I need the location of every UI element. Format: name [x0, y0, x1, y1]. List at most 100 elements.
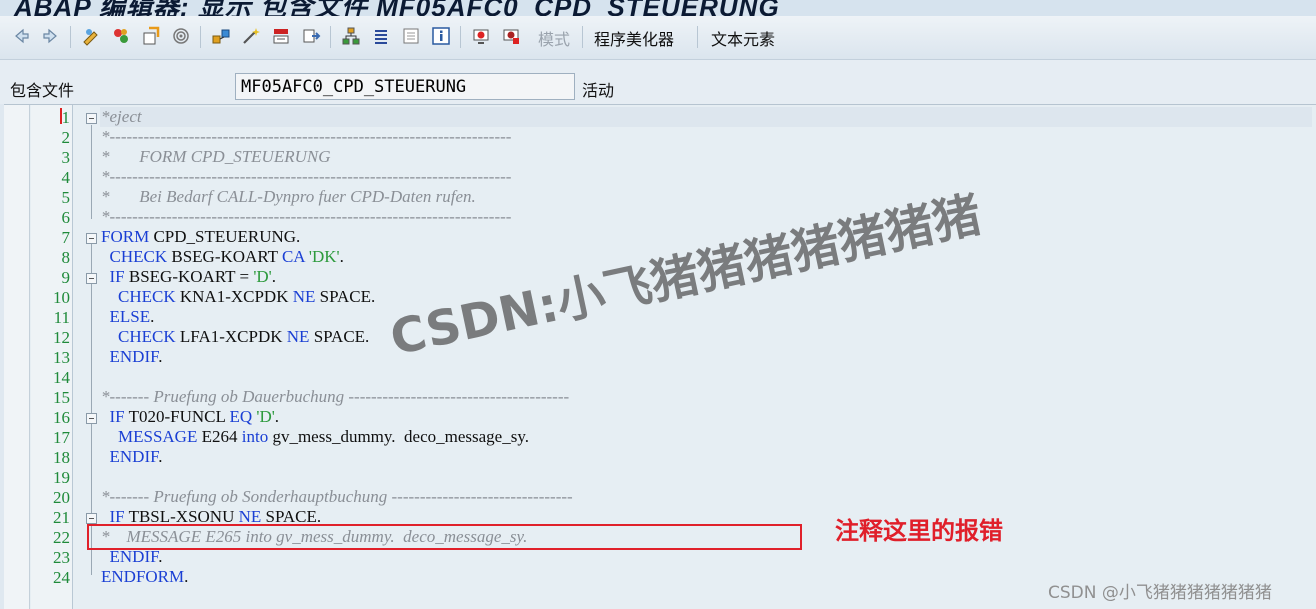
line-number: 8 [61, 248, 71, 267]
line-number: 11 [53, 308, 70, 327]
code-text: IF BSEG-KOART = 'D'. [109, 267, 276, 286]
code-line[interactable]: 16 IF T020-FUNCL EQ 'D'. [4, 407, 1316, 427]
code-text: ENDFORM. [101, 567, 189, 586]
line-number: 9 [61, 268, 71, 287]
info-icon[interactable] [430, 24, 452, 48]
fold-toggle-icon[interactable] [86, 413, 97, 424]
cursor-marker [60, 108, 62, 124]
window-title-bar: ABAP 编辑器: 显示 包含文件 MF05AFC0_CPD_STEUERUNG [0, 0, 1316, 16]
code-text: *---------------------------------------… [101, 127, 512, 146]
line-number: 3 [61, 148, 71, 167]
line-number: 12 [53, 328, 70, 347]
code-line[interactable]: 17 MESSAGE E264 into gv_mess_dummy. deco… [4, 427, 1316, 447]
code-text: *---------------------------------------… [101, 167, 512, 186]
code-line[interactable]: 4 *--------------------------------------… [4, 167, 1316, 187]
code-text: *eject [101, 107, 142, 126]
code-line[interactable]: 13 ENDIF. [4, 347, 1316, 367]
credit-watermark: CSDN @小飞猪猪猪猪猪猪猪 [1048, 583, 1272, 603]
code-text: * Bei Bedarf CALL-Dynpro fuer CPD-Daten … [101, 187, 476, 206]
code-line[interactable]: 1 *eject [4, 107, 1316, 127]
code-text: IF T020-FUNCL EQ 'D'. [109, 407, 280, 426]
line-number: 15 [53, 388, 70, 407]
toolbar-separator [582, 26, 583, 48]
other-object-icon[interactable] [140, 24, 162, 48]
code-line[interactable]: 12 CHECK LFA1-XCPDK NE SPACE. [4, 327, 1316, 347]
code-text: ENDIF. [109, 447, 163, 466]
code-line[interactable]: 19 [4, 467, 1316, 487]
line-number: 4 [61, 168, 71, 187]
code-text: CHECK KNA1-XCPDK NE SPACE. [118, 287, 376, 306]
line-number: 7 [61, 228, 71, 247]
line-number: 14 [53, 368, 70, 387]
code-line[interactable]: 3 * FORM CPD_STEUERUNG [4, 147, 1316, 167]
toolbar-separator [70, 26, 71, 48]
line-number: 19 [53, 468, 70, 487]
display-change-icon[interactable] [80, 24, 102, 48]
navigate-icon[interactable] [300, 24, 322, 48]
code-text: ELSE. [109, 307, 155, 326]
code-text: MESSAGE E264 into gv_mess_dummy. deco_me… [118, 427, 529, 446]
code-text: ENDIF. [109, 347, 163, 366]
line-number: 2 [61, 128, 71, 147]
code-lines: 1 *eject 2 *-------------------------------… [4, 107, 1316, 587]
back-arrow-icon[interactable] [10, 24, 32, 48]
external-breakpoint-icon[interactable] [500, 24, 522, 48]
forward-arrow-icon[interactable] [40, 24, 62, 48]
code-text: CHECK LFA1-XCPDK NE SPACE. [118, 327, 370, 346]
toolbar-separator [697, 26, 698, 48]
code-line[interactable]: 2 *--------------------------------------… [4, 127, 1316, 147]
code-line[interactable]: 15 *------- Pruefung ob Dauerbuchung ----… [4, 387, 1316, 407]
check-wand-icon[interactable] [240, 24, 262, 48]
line-number: 16 [53, 408, 70, 427]
line-number: 1 [61, 108, 71, 127]
include-name-field[interactable]: MF05AFC0_CPD_STEUERUNG [235, 73, 575, 100]
code-line[interactable]: 18 ENDIF. [4, 447, 1316, 467]
code-text: * FORM CPD_STEUERUNG [101, 147, 331, 166]
line-number: 10 [53, 288, 70, 307]
line-number: 17 [53, 428, 70, 447]
object-list-icon[interactable] [210, 24, 232, 48]
code-line[interactable]: 5 * Bei Bedarf CALL-Dynpro fuer CPD-Daten… [4, 187, 1316, 207]
highlight-box [87, 524, 802, 550]
document-icon[interactable] [400, 24, 422, 48]
code-text: *------- Pruefung ob Sonderhauptbuchung … [101, 487, 573, 506]
where-used-icon[interactable] [170, 24, 192, 48]
code-text: *------- Pruefung ob Dauerbuchung ------… [101, 387, 570, 406]
fold-toggle-icon[interactable] [86, 233, 97, 244]
fold-toggle-icon[interactable] [86, 273, 97, 284]
fold-toggle-icon[interactable] [86, 513, 97, 524]
window-title: ABAP 编辑器: 显示 包含文件 MF05AFC0_CPD_STEUERUNG [14, 0, 780, 16]
code-text: CHECK BSEG-KOART CA 'DK'. [109, 247, 344, 266]
code-line[interactable]: 23 ENDIF. [4, 547, 1316, 567]
line-number: 24 [53, 568, 70, 587]
code-text: ENDIF. [109, 547, 163, 566]
annotation-note: 注释这里的报错 [835, 517, 1003, 545]
include-label: 包含文件 [10, 81, 75, 100]
code-line[interactable]: 6 *--------------------------------------… [4, 207, 1316, 227]
text-elements-button[interactable]: 文本元素 [711, 26, 775, 50]
pattern-icon[interactable] [270, 24, 292, 48]
current-line-highlight [100, 107, 1312, 127]
toolbar-separator [460, 26, 461, 48]
line-number: 23 [53, 548, 70, 567]
hierarchy-icon[interactable] [340, 24, 362, 48]
active-inactive-icon[interactable] [110, 24, 132, 48]
code-text: FORM CPD_STEUERUNG. [101, 227, 301, 246]
code-line[interactable]: 20 *------- Pruefung ob Sonderhauptbuchun… [4, 487, 1316, 507]
line-number: 13 [53, 348, 70, 367]
toolbar-separator [330, 26, 331, 48]
line-number: 22 [53, 528, 70, 547]
application-toolbar: 模式 程序美化器 文本元素 [0, 16, 1316, 60]
code-line[interactable]: 14 [4, 367, 1316, 387]
line-number: 21 [53, 508, 70, 527]
line-number: 20 [53, 488, 70, 507]
line-number: 18 [53, 448, 70, 467]
fold-toggle-icon[interactable] [86, 113, 97, 124]
pretty-printer-button[interactable]: 程序美化器 [594, 26, 674, 50]
toolbar-separator [200, 26, 201, 48]
mode-button[interactable]: 模式 [538, 26, 570, 50]
set-breakpoint-icon[interactable] [470, 24, 492, 48]
stack-icon[interactable] [370, 24, 392, 48]
include-header: 包含文件 MF05AFC0_CPD_STEUERUNG 活动 [0, 60, 1316, 104]
line-number: 5 [61, 188, 71, 207]
